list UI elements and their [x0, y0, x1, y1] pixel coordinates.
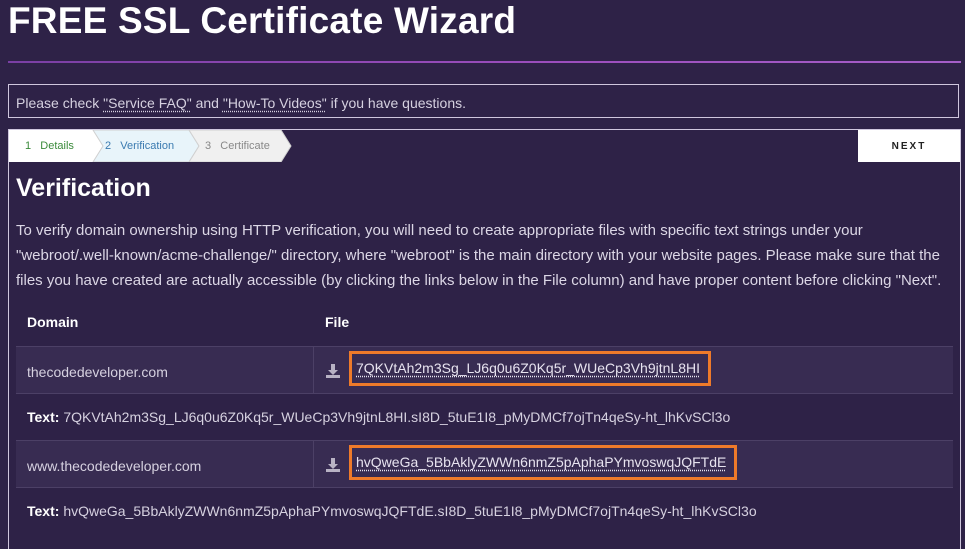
step-number: 3 [205, 140, 212, 152]
text-label: Text: [27, 409, 60, 425]
file-highlight-box: hvQweGa_5BbAklyZWWn6nmZ5pAphaPYmvoswqJQF… [349, 445, 738, 480]
notice-suffix: if you have questions. [326, 95, 466, 111]
download-icon[interactable] [326, 458, 340, 472]
step-number: 1 [25, 140, 32, 152]
table-row: www.thecodedeveloper.com hvQweGa_5BbAkly… [16, 440, 953, 488]
page-title: FREE SSL Certificate Wizard [8, 0, 517, 41]
step-certificate[interactable]: 3 Certificate [205, 140, 270, 152]
how-to-videos-link[interactable]: "How-To Videos" [223, 95, 327, 111]
domain-cell: www.thecodedeveloper.com [27, 458, 202, 474]
column-header-domain: Domain [27, 314, 79, 330]
column-divider [313, 441, 314, 488]
text-value: 7QKVtAh2m3Sg_LJ6q0u6Z0Kq5r_WUeCp3Vh9jtnL… [63, 409, 731, 425]
table-row-text: Text: hvQweGa_5BbAklyZWWn6nmZ5pAphaPYmvo… [16, 487, 953, 534]
file-highlight-box: 7QKVtAh2m3Sg_LJ6q0u6Z0Kq5r_WUeCp3Vh9jtnL… [349, 351, 711, 386]
column-divider [313, 347, 314, 394]
step-label: Certificate [220, 140, 270, 152]
text-value: hvQweGa_5BbAklyZWWn6nmZ5pAphaPYmvoswqJQF… [63, 503, 757, 519]
file-link[interactable]: hvQweGa_5BbAklyZWWn6nmZ5pAphaPYmvoswqJQF… [356, 454, 726, 470]
step-verification[interactable]: 2 Verification [105, 140, 174, 152]
wizard-steps: 1 Details 2 Verification 3 Certificate N… [9, 130, 960, 162]
help-notice: Please check "Service FAQ" and "How-To V… [8, 84, 959, 118]
section-heading: Verification [16, 174, 151, 202]
text-cell: Text: 7QKVtAh2m3Sg_LJ6q0u6Z0Kq5r_WUeCp3V… [27, 409, 730, 425]
notice-middle: and [191, 95, 223, 111]
column-header-file: File [325, 314, 350, 330]
step-details[interactable]: 1 Details [25, 140, 74, 152]
text-label: Text: [27, 503, 60, 519]
next-button[interactable]: NEXT [858, 130, 960, 162]
step-label: Details [40, 140, 74, 152]
table-row-text: Text: 7QKVtAh2m3Sg_LJ6q0u6Z0Kq5r_WUeCp3V… [16, 393, 953, 440]
section-description: To verify domain ownership using HTTP ve… [16, 222, 942, 289]
download-icon[interactable] [326, 364, 340, 378]
wizard-panel: 1 Details 2 Verification 3 Certificate N… [8, 129, 961, 549]
title-divider [8, 61, 961, 63]
table-row: thecodedeveloper.com 7QKVtAh2m3Sg_LJ6q0u… [16, 346, 953, 394]
step-number: 2 [105, 140, 112, 152]
domain-cell: thecodedeveloper.com [27, 364, 168, 380]
service-faq-link[interactable]: "Service FAQ" [103, 95, 192, 111]
notice-prefix: Please check [16, 95, 104, 111]
step-label: Verification [120, 140, 175, 152]
file-link[interactable]: 7QKVtAh2m3Sg_LJ6q0u6Z0Kq5r_WUeCp3Vh9jtnL… [356, 360, 700, 376]
text-cell: Text: hvQweGa_5BbAklyZWWn6nmZ5pAphaPYmvo… [27, 503, 757, 519]
